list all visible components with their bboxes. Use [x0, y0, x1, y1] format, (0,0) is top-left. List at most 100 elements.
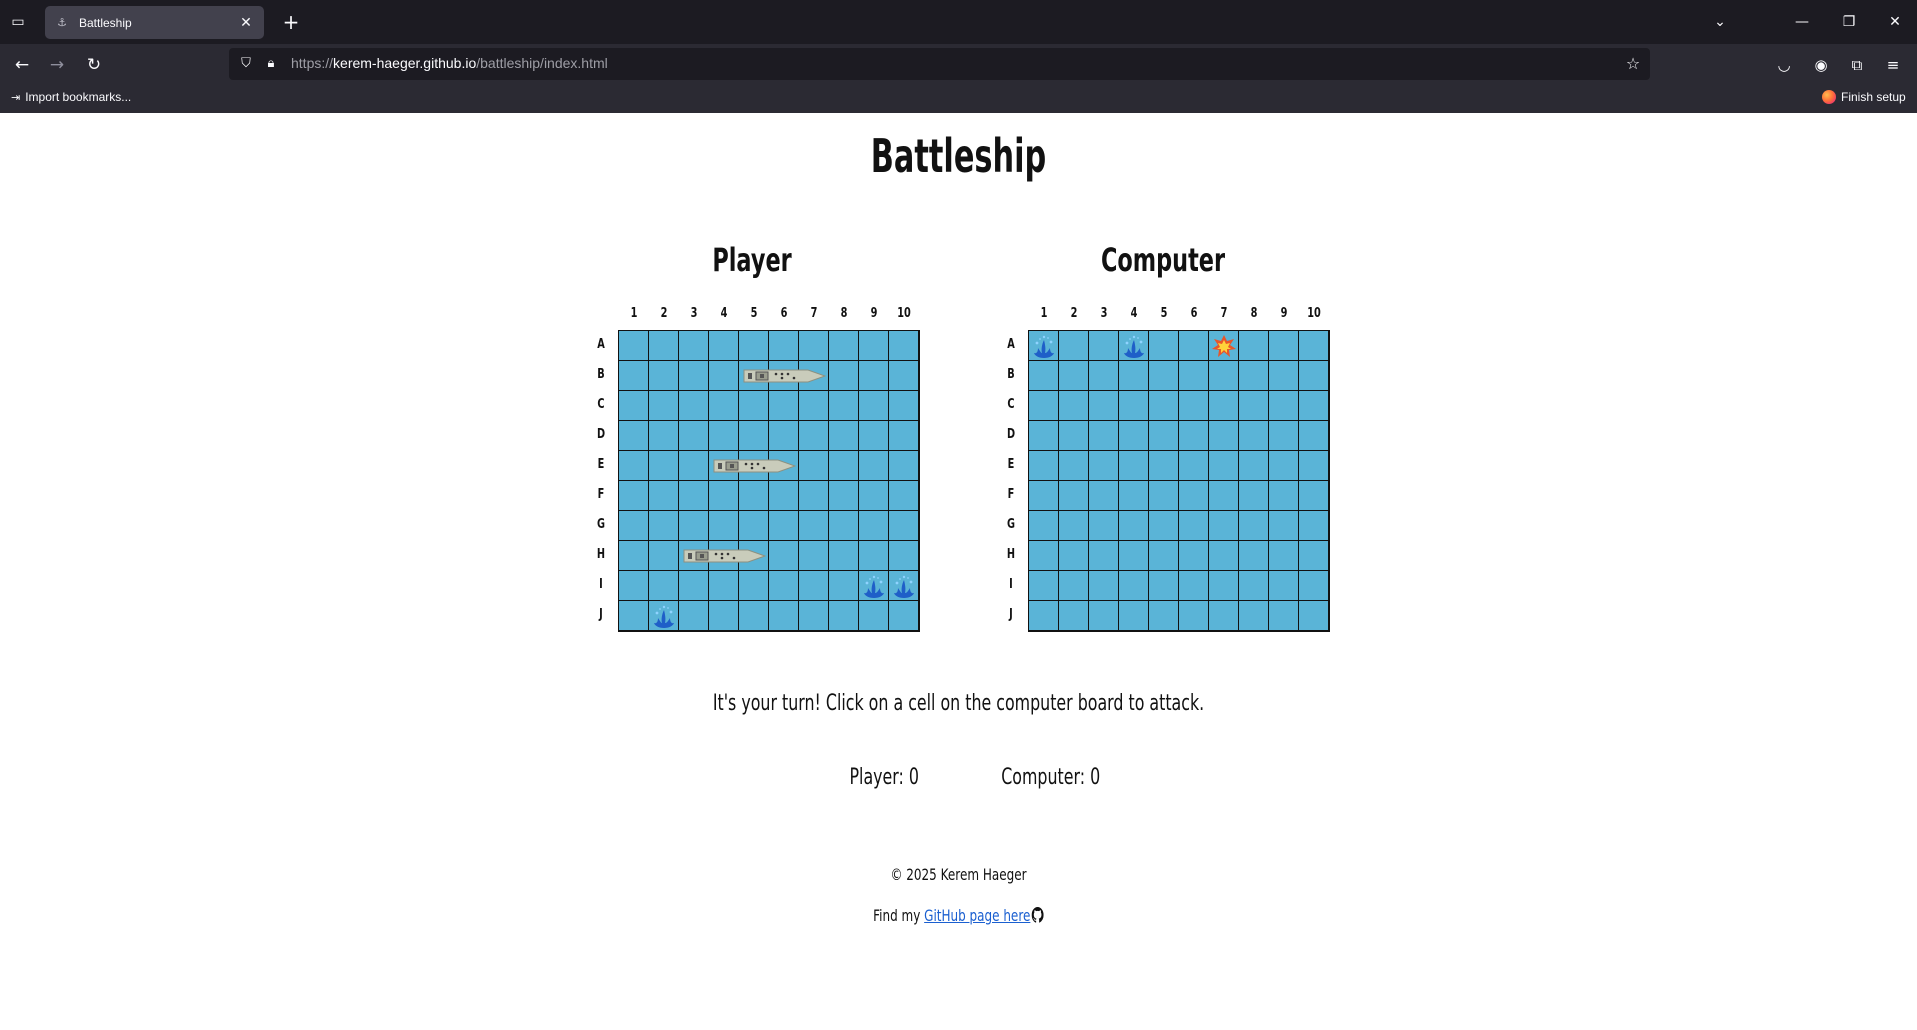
computer-cell[interactable] [1269, 571, 1299, 601]
computer-cell[interactable] [1059, 331, 1089, 361]
computer-cell[interactable] [1119, 571, 1149, 601]
computer-cell[interactable] [1119, 601, 1149, 631]
computer-cell[interactable] [1239, 361, 1269, 391]
account-icon[interactable]: ◉ [1808, 52, 1834, 78]
menu-icon[interactable]: ≡ [1880, 52, 1906, 78]
computer-cell[interactable] [1269, 421, 1299, 451]
shield-icon[interactable]: ⛉ [235, 53, 257, 75]
computer-cell[interactable] [1059, 481, 1089, 511]
computer-cell[interactable] [1119, 541, 1149, 571]
computer-cell[interactable] [1179, 421, 1209, 451]
computer-cell[interactable] [1179, 541, 1209, 571]
computer-cell[interactable] [1089, 391, 1119, 421]
computer-cell[interactable] [1149, 451, 1179, 481]
computer-cell[interactable] [1149, 541, 1179, 571]
computer-cell[interactable] [1089, 511, 1119, 541]
computer-cell[interactable] [1299, 511, 1329, 541]
computer-cell[interactable] [1269, 601, 1299, 631]
computer-cell[interactable] [1299, 331, 1329, 361]
computer-cell[interactable] [1299, 421, 1329, 451]
computer-cell[interactable] [1299, 451, 1329, 481]
computer-cell[interactable] [1119, 421, 1149, 451]
computer-cell[interactable] [1149, 481, 1179, 511]
reload-icon[interactable]: ↻ [81, 52, 107, 78]
computer-cell[interactable] [1089, 601, 1119, 631]
computer-cell[interactable] [1299, 541, 1329, 571]
computer-cell[interactable] [1029, 601, 1059, 631]
minimize-icon[interactable]: — [1787, 8, 1817, 36]
computer-cell[interactable] [1239, 571, 1269, 601]
computer-cell[interactable] [1209, 421, 1239, 451]
computer-cell[interactable] [1269, 511, 1299, 541]
computer-cell[interactable] [1269, 361, 1299, 391]
computer-cell[interactable] [1179, 451, 1209, 481]
computer-cell[interactable] [1269, 481, 1299, 511]
computer-cell[interactable] [1239, 541, 1269, 571]
computer-cell[interactable] [1029, 571, 1059, 601]
computer-cell[interactable] [1029, 421, 1059, 451]
computer-cell[interactable] [1029, 331, 1059, 361]
computer-cell[interactable] [1299, 391, 1329, 421]
computer-cell[interactable] [1029, 541, 1059, 571]
computer-cell[interactable] [1239, 481, 1269, 511]
close-tab-icon[interactable]: ✕ [238, 15, 254, 31]
computer-cell[interactable] [1149, 361, 1179, 391]
bookmark-star-icon[interactable]: ☆ [1622, 53, 1644, 75]
computer-cell[interactable] [1149, 331, 1179, 361]
computer-cell[interactable] [1269, 451, 1299, 481]
github-link[interactable]: GitHub page here [924, 906, 1030, 925]
close-window-icon[interactable]: ✕ [1880, 8, 1910, 36]
computer-cell[interactable] [1209, 601, 1239, 631]
computer-cell[interactable] [1179, 571, 1209, 601]
forward-icon[interactable]: → [44, 52, 70, 78]
url-text[interactable]: https://kerem-haeger.github.io/battleshi… [291, 55, 608, 71]
restore-icon[interactable]: ❐ [1834, 8, 1864, 36]
back-icon[interactable]: ← [9, 52, 35, 78]
computer-cell[interactable] [1299, 571, 1329, 601]
computer-cell[interactable] [1119, 511, 1149, 541]
new-tab-icon[interactable]: + [278, 9, 304, 35]
import-bookmarks-link[interactable]: ⇥ Import bookmarks... [11, 90, 131, 104]
computer-cell[interactable] [1119, 451, 1149, 481]
computer-cell[interactable] [1149, 601, 1179, 631]
computer-cell[interactable] [1299, 601, 1329, 631]
computer-cell[interactable] [1119, 391, 1149, 421]
computer-cell[interactable] [1029, 451, 1059, 481]
computer-cell[interactable] [1269, 331, 1299, 361]
computer-cell[interactable] [1119, 481, 1149, 511]
lock-icon[interactable]: 🔒︎ [260, 53, 282, 75]
computer-cell[interactable] [1149, 511, 1179, 541]
computer-cell[interactable] [1059, 541, 1089, 571]
computer-cell[interactable] [1179, 391, 1209, 421]
computer-cell[interactable] [1209, 361, 1239, 391]
computer-cell[interactable] [1239, 331, 1269, 361]
computer-cell[interactable] [1089, 571, 1119, 601]
computer-cell[interactable] [1059, 391, 1089, 421]
computer-cell[interactable] [1119, 361, 1149, 391]
computer-cell[interactable] [1149, 391, 1179, 421]
computer-cell[interactable] [1179, 331, 1209, 361]
computer-cell[interactable] [1059, 601, 1089, 631]
computer-cell[interactable] [1119, 331, 1149, 361]
computer-cell[interactable] [1299, 481, 1329, 511]
computer-cell[interactable] [1089, 451, 1119, 481]
computer-cell[interactable] [1059, 571, 1089, 601]
computer-cell[interactable] [1029, 481, 1059, 511]
computer-cell[interactable] [1029, 391, 1059, 421]
computer-cell[interactable] [1179, 481, 1209, 511]
computer-cell[interactable] [1239, 511, 1269, 541]
url-bar[interactable]: ⛉ 🔒︎ https://kerem-haeger.github.io/batt… [229, 48, 1650, 80]
computer-cell[interactable] [1089, 481, 1119, 511]
computer-cell[interactable] [1179, 361, 1209, 391]
pocket-icon[interactable]: ◡ [1771, 52, 1797, 78]
computer-cell[interactable] [1029, 511, 1059, 541]
tab-battleship[interactable]: ⚓ Battleship ✕ [45, 6, 264, 39]
computer-cell[interactable] [1089, 541, 1119, 571]
computer-cell[interactable] [1089, 361, 1119, 391]
computer-cell[interactable] [1089, 331, 1119, 361]
computer-cell[interactable] [1209, 541, 1239, 571]
computer-cell[interactable] [1059, 361, 1089, 391]
computer-cell[interactable] [1059, 511, 1089, 541]
computer-cell[interactable] [1239, 421, 1269, 451]
computer-cell[interactable] [1209, 331, 1239, 361]
